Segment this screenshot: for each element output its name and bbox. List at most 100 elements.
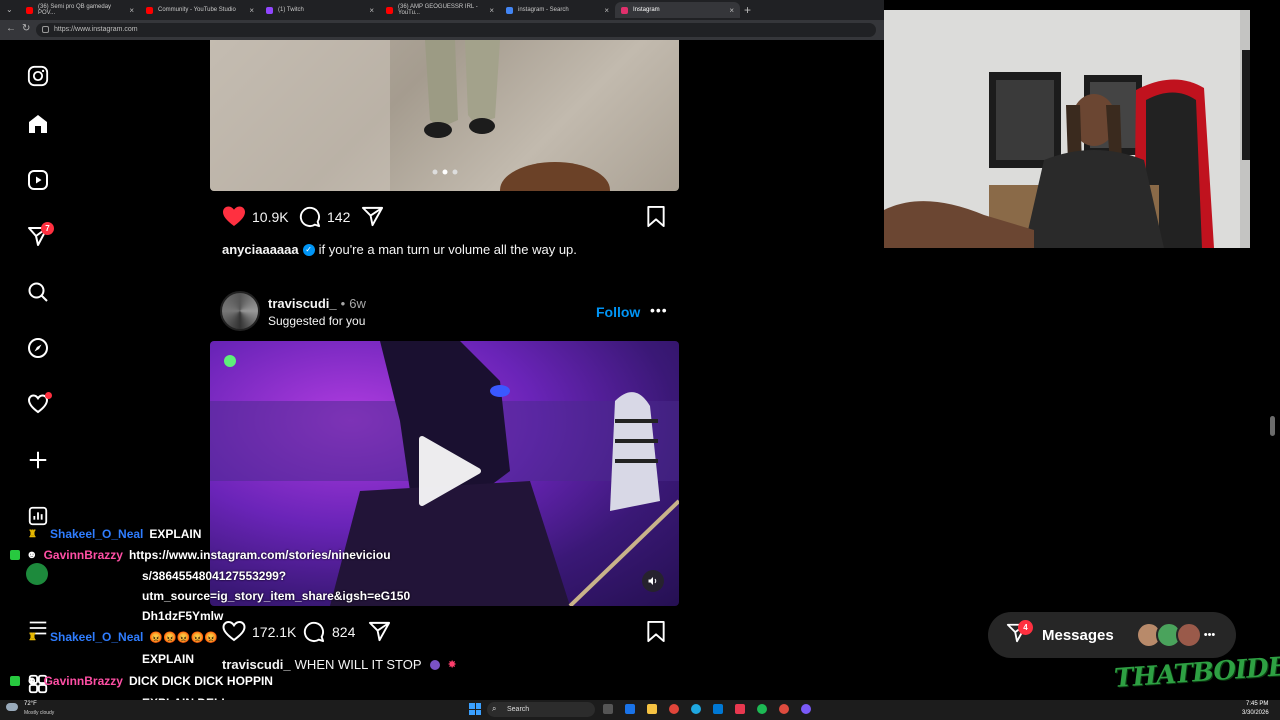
- discord-icon[interactable]: [801, 704, 811, 714]
- file-explorer-icon[interactable]: [647, 704, 657, 714]
- close-icon[interactable]: ×: [489, 6, 494, 15]
- close-icon[interactable]: ×: [129, 6, 134, 15]
- panda-badge-icon: ☻: [26, 549, 38, 561]
- chat-message: ♜ Shakeel_O_Neal 😡😡😡😡😡: [4, 630, 218, 644]
- chat-text-continued: utm_source=ig_story_item_share&igsh=eG15…: [142, 589, 411, 603]
- weather-description: Mostly cloudy: [24, 710, 55, 716]
- clock-time: 7:45 PM: [1246, 701, 1269, 707]
- save-bookmark-icon[interactable]: [646, 205, 666, 233]
- edge-icon[interactable]: [691, 704, 701, 714]
- youtube-icon: [26, 6, 33, 14]
- post-caption: anyciaaaaaa ✓ if you're a man turn ur vo…: [222, 242, 577, 257]
- back-icon[interactable]: ←: [6, 23, 16, 34]
- explore-compass-icon[interactable]: [22, 332, 54, 364]
- chrome-icon[interactable]: [779, 704, 789, 714]
- avatar[interactable]: [220, 291, 260, 331]
- search-icon[interactable]: [22, 276, 54, 308]
- more-icon[interactable]: •••: [1204, 629, 1216, 641]
- comment-icon[interactable]: [302, 620, 325, 648]
- skull-emoji-icon: [429, 659, 440, 670]
- tab-twitch[interactable]: (1) Twitch ×: [260, 2, 380, 18]
- chat-text: DICK DICK DICK HOPPIN: [128, 674, 273, 688]
- suggested-label: Suggested for you: [268, 314, 366, 328]
- new-tab-button[interactable]: +: [744, 3, 751, 17]
- avatar[interactable]: [1175, 622, 1202, 648]
- chat-username[interactable]: Shakeel_O_Neal: [50, 527, 143, 541]
- music-app-icon[interactable]: [735, 704, 745, 714]
- instagram-logo-icon[interactable]: [22, 60, 54, 92]
- panda-badge-icon: ☻: [26, 675, 38, 687]
- chat-text-continued: Dh1dzF5Ymlw: [142, 609, 224, 623]
- reels-icon[interactable]: [22, 164, 54, 196]
- url-input[interactable]: https://www.instagram.com: [36, 23, 876, 37]
- caption-text: if you're a man turn ur volume all the w…: [318, 242, 577, 257]
- weather-cloud-icon[interactable]: [6, 703, 18, 711]
- tab-instagram-search[interactable]: instagram - Search ×: [500, 2, 615, 18]
- store-icon[interactable]: [713, 704, 723, 714]
- follow-button[interactable]: Follow: [596, 304, 640, 320]
- chat-username[interactable]: Shakeel_O_Neal: [50, 630, 143, 644]
- chat-text-continued: s/3864554804127553299?: [142, 569, 287, 583]
- windows-taskbar: 72°F Mostly cloudy Search ⌕ 7:45 PM 3/30…: [0, 700, 1280, 720]
- twitch-icon: [266, 6, 273, 14]
- post-image[interactable]: [210, 40, 679, 191]
- share-icon[interactable]: [361, 205, 384, 233]
- chat-message: ☻ GavinnBrazzy DICK DICK DICK HOPPIN: [4, 674, 273, 688]
- verified-badge-icon: ✓: [302, 243, 315, 256]
- notification-dot: [45, 392, 52, 399]
- chat-badge-icon: ♜: [28, 631, 37, 643]
- post-author-line: traviscudi_ • 6w: [268, 296, 366, 311]
- close-icon[interactable]: ×: [729, 6, 734, 15]
- tab-semi-pro-qb[interactable]: (36) Semi pro QB gameday POV... ×: [20, 2, 140, 18]
- messages-label: Messages: [1042, 626, 1114, 644]
- messages-button[interactable]: 4 Messages •••: [988, 612, 1236, 658]
- windows-start-icon[interactable]: [469, 703, 481, 715]
- chat-username[interactable]: GavinnBrazzy: [44, 674, 123, 688]
- caption-username[interactable]: traviscudi_: [222, 657, 291, 672]
- like-count: 10.9K: [252, 209, 289, 225]
- messages-badge: 4: [1018, 620, 1033, 635]
- page-scrollbar[interactable]: [1270, 416, 1275, 436]
- comment-count: 824: [332, 624, 356, 640]
- app-icon[interactable]: [669, 704, 679, 714]
- copilot-icon[interactable]: [625, 704, 635, 714]
- tab-instagram[interactable]: Instagram ×: [615, 2, 740, 18]
- comment-icon[interactable]: [298, 205, 321, 233]
- post-author-username[interactable]: traviscudi_: [268, 296, 337, 311]
- chat-text: https://www.instagram.com/stories/ninevi…: [128, 548, 391, 562]
- like-heart-icon[interactable]: [222, 620, 246, 647]
- task-view-icon[interactable]: [603, 704, 613, 714]
- close-icon[interactable]: ×: [604, 6, 609, 15]
- close-icon[interactable]: ×: [369, 6, 374, 15]
- clock-date: 3/30/2026: [1242, 710, 1269, 716]
- close-icon[interactable]: ×: [249, 6, 254, 15]
- save-bookmark-icon[interactable]: [646, 620, 666, 648]
- tab-search-icon[interactable]: ⌄: [6, 5, 13, 14]
- chat-username[interactable]: GavinnBrazzy: [44, 548, 123, 562]
- site-info-icon[interactable]: [42, 26, 49, 33]
- more-options-icon[interactable]: •••: [650, 302, 668, 318]
- post-age: 6w: [349, 296, 366, 311]
- volume-icon[interactable]: [642, 570, 664, 592]
- play-icon[interactable]: [414, 435, 484, 512]
- caption-username[interactable]: anyciaaaaaa: [222, 242, 299, 257]
- like-filled-heart-icon[interactable]: [222, 205, 246, 232]
- youtube-icon: [146, 6, 153, 14]
- create-plus-icon[interactable]: [22, 444, 54, 476]
- webcam-overlay: [884, 10, 1250, 248]
- search-icon: ⌕: [492, 704, 497, 713]
- chat-message: ♜ Shakeel_O_Neal EXPLAIN: [4, 527, 201, 541]
- checkmark-badge-icon: [10, 550, 20, 560]
- checkmark-badge-icon: [10, 676, 20, 686]
- tab-amp-geoguessr[interactable]: (36) AMP GEOGUESSR IRL - YouTu... ×: [380, 2, 500, 18]
- sparkle-emoji-icon: ✸: [447, 659, 457, 671]
- share-icon[interactable]: [368, 620, 391, 648]
- spotify-icon[interactable]: [757, 704, 767, 714]
- caption-text: WHEN WILL IT STOP: [294, 657, 422, 672]
- home-icon[interactable]: [22, 108, 54, 140]
- reload-icon[interactable]: ↻: [22, 23, 30, 34]
- taskbar-search-box[interactable]: Search: [487, 702, 595, 717]
- comment-count: 142: [327, 209, 351, 225]
- tab-youtube-studio[interactable]: Community - YouTube Studio ×: [140, 2, 260, 18]
- post-caption: traviscudi_ WHEN WILL IT STOP ✸: [222, 657, 457, 672]
